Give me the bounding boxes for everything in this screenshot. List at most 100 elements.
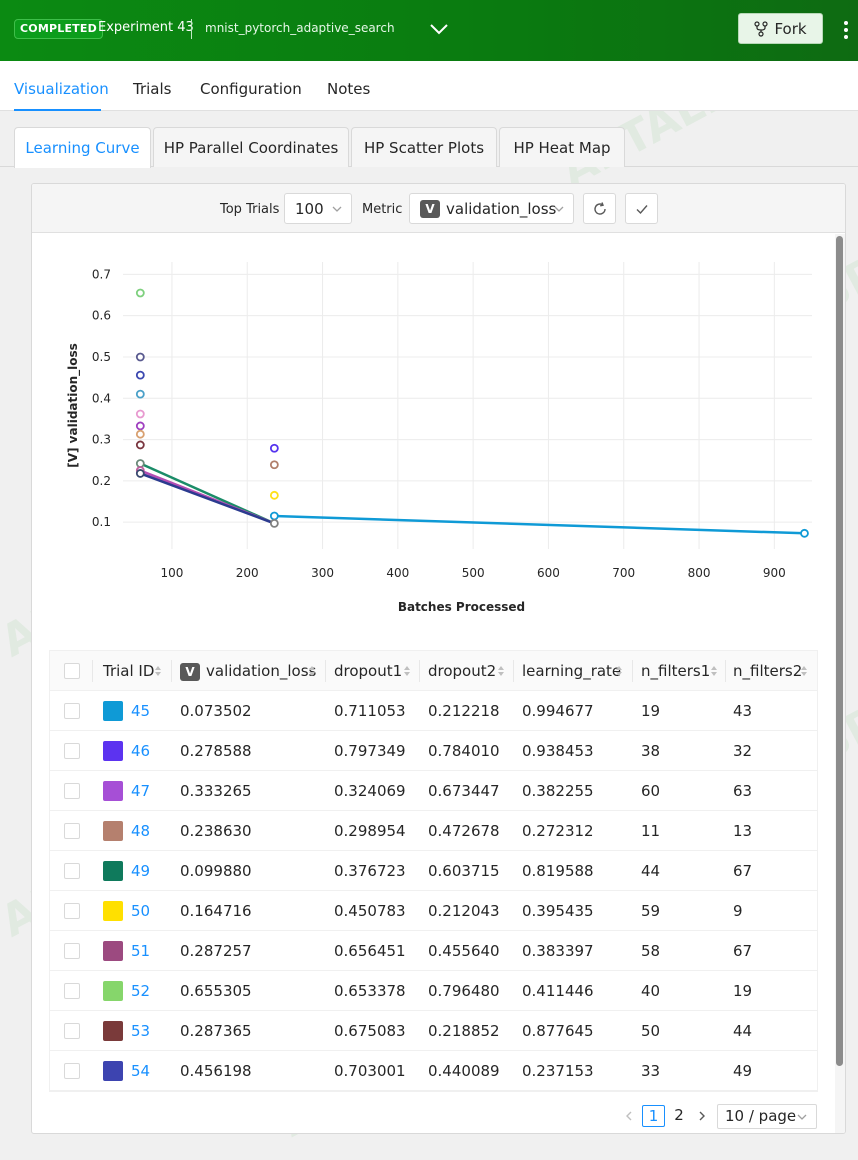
table-row[interactable]: 54 0.456198 0.703001 0.440089 0.237153 33 49 [50, 1051, 817, 1091]
scrollbar-thumb[interactable] [836, 236, 843, 1066]
validation-badge: V [420, 199, 440, 218]
table-row[interactable]: 53 0.287365 0.675083 0.218852 0.877645 50 44 [50, 1011, 817, 1051]
data-point [135, 409, 145, 419]
metric-select[interactable]: V validation_loss [409, 193, 574, 224]
table-row[interactable]: 48 0.238630 0.298954 0.472678 0.272312 11 13 [50, 811, 817, 851]
row-checkbox[interactable] [64, 783, 80, 799]
trial-id-link[interactable]: 49 [131, 851, 150, 891]
top-trials-select[interactable]: 100 [284, 193, 352, 224]
trial-color-swatch [103, 901, 123, 921]
metric-value: validation_loss [446, 199, 557, 218]
apply-button[interactable] [625, 193, 658, 224]
col-n-filters1[interactable]: n_filters1 [641, 651, 710, 691]
row-checkbox[interactable] [64, 703, 80, 719]
trial-id-link[interactable]: 53 [131, 1011, 150, 1051]
table-body: 45 0.073502 0.711053 0.212218 0.994677 19 43 46… [50, 691, 817, 1091]
tab-trials[interactable]: Trials [133, 80, 171, 98]
y-tick-label: 0.5 [92, 350, 111, 364]
data-point [135, 459, 145, 468]
table-row[interactable]: 47 0.333265 0.324069 0.673447 0.382255 60 63 [50, 771, 817, 811]
subtab-learning-curve[interactable]: Learning Curve [14, 127, 151, 168]
x-tick-label: 900 [763, 566, 786, 580]
learning-curve-chart: 100 200 300 400 500 600 700 800 900 0.1 0.2 0.3 0.4 0… [66, 262, 812, 614]
page-2[interactable]: 2 [669, 1105, 689, 1127]
cell-dropout1: 0.656451 [334, 942, 406, 960]
trial-color-swatch [103, 941, 123, 961]
sort-icon[interactable] [497, 665, 505, 677]
row-checkbox[interactable] [64, 943, 80, 959]
trial-color-swatch [103, 981, 123, 1001]
cell-dropout2: 0.472678 [428, 822, 500, 840]
table-row[interactable]: 45 0.073502 0.711053 0.212218 0.994677 19 43 [50, 691, 817, 731]
cell-dropout2: 0.440089 [428, 1062, 500, 1080]
page-size-value: 10 / page [725, 1107, 797, 1125]
active-tab-indicator [14, 109, 101, 111]
sort-icon[interactable] [308, 665, 316, 677]
trial-id-link[interactable]: 48 [131, 811, 150, 851]
page-1[interactable]: 1 [642, 1105, 665, 1127]
row-checkbox[interactable] [64, 903, 80, 919]
col-dropout1[interactable]: dropout1 [334, 651, 402, 691]
x-tick-label: 300 [311, 566, 334, 580]
cell-n-filters1: 59 [641, 902, 661, 920]
tab-configuration[interactable]: Configuration [200, 80, 302, 98]
x-tick-label: 500 [462, 566, 485, 580]
cell-dropout1: 0.797349 [334, 742, 406, 760]
reset-button[interactable] [583, 193, 616, 224]
next-page-icon[interactable] [697, 1110, 707, 1122]
data-point [269, 518, 279, 528]
subtab-hp-scatter-plots[interactable]: HP Scatter Plots [351, 127, 497, 167]
sort-icon[interactable] [154, 665, 162, 677]
cell-validation-loss: 0.287365 [180, 1022, 252, 1040]
fork-button[interactable]: Fork [738, 13, 823, 44]
cell-n-filters2: 67 [733, 862, 753, 880]
cell-dropout2: 0.455640 [428, 942, 500, 960]
data-point [135, 288, 145, 298]
subtab-hp-parallel-coordinates[interactable]: HP Parallel Coordinates [153, 127, 349, 167]
row-checkbox[interactable] [64, 983, 80, 999]
trials-table: Trial ID Vvalidation_loss dropout1 dropo… [49, 650, 818, 1092]
cell-n-filters2: 32 [733, 742, 753, 760]
tab-notes[interactable]: Notes [327, 80, 370, 98]
cell-learning-rate: 0.272312 [522, 822, 594, 840]
table-row[interactable]: 50 0.164716 0.450783 0.212043 0.395435 59 9 [50, 891, 817, 931]
table-row[interactable]: 49 0.099880 0.376723 0.603715 0.819588 44 67 [50, 851, 817, 891]
y-tick-label: 0.7 [92, 267, 111, 281]
fork-label: Fork [774, 19, 807, 38]
trial-id-link[interactable]: 51 [131, 931, 150, 971]
table-row[interactable]: 46 0.278588 0.797349 0.784010 0.938453 38 32 [50, 731, 817, 771]
row-checkbox[interactable] [64, 1023, 80, 1039]
prev-page-icon[interactable] [624, 1110, 634, 1122]
row-checkbox[interactable] [64, 743, 80, 759]
more-options-icon[interactable] [838, 18, 854, 42]
y-tick-label: 0.2 [92, 474, 111, 488]
trial-id-link[interactable]: 47 [131, 771, 150, 811]
sort-icon[interactable] [710, 665, 718, 677]
row-checkbox[interactable] [64, 863, 80, 879]
sort-icon[interactable] [403, 665, 411, 677]
row-checkbox[interactable] [64, 1063, 80, 1079]
row-checkbox[interactable] [64, 823, 80, 839]
trial-id-link[interactable]: 45 [131, 691, 150, 731]
trial-id-link[interactable]: 54 [131, 1051, 150, 1091]
page-size-select[interactable]: 10 / page [717, 1104, 817, 1129]
trial-id-link[interactable]: 50 [131, 891, 150, 931]
chevron-down-icon[interactable] [428, 18, 450, 40]
table-row[interactable]: 51 0.287257 0.656451 0.455640 0.383397 58 67 [50, 931, 817, 971]
sort-icon[interactable] [800, 665, 808, 677]
col-learning-rate[interactable]: learning_rate [522, 651, 621, 691]
select-all-checkbox[interactable] [64, 663, 80, 679]
trial-id-link[interactable]: 52 [131, 971, 150, 1011]
tab-visualization[interactable]: Visualization [14, 80, 109, 98]
trial-id-link[interactable]: 46 [131, 731, 150, 771]
sort-icon[interactable] [615, 665, 623, 677]
x-tick-label: 800 [688, 566, 711, 580]
col-validation-loss[interactable]: Vvalidation_loss [180, 651, 316, 691]
col-trial-id[interactable]: Trial ID [103, 651, 154, 691]
col-n-filters2[interactable]: n_filters2 [733, 651, 802, 691]
col-dropout2[interactable]: dropout2 [428, 651, 496, 691]
subtab-hp-heat-map[interactable]: HP Heat Map [499, 127, 625, 167]
y-tick-label: 0.3 [92, 433, 111, 447]
x-tick-label: 700 [612, 566, 635, 580]
table-row[interactable]: 52 0.655305 0.653378 0.796480 0.411446 40 19 [50, 971, 817, 1011]
